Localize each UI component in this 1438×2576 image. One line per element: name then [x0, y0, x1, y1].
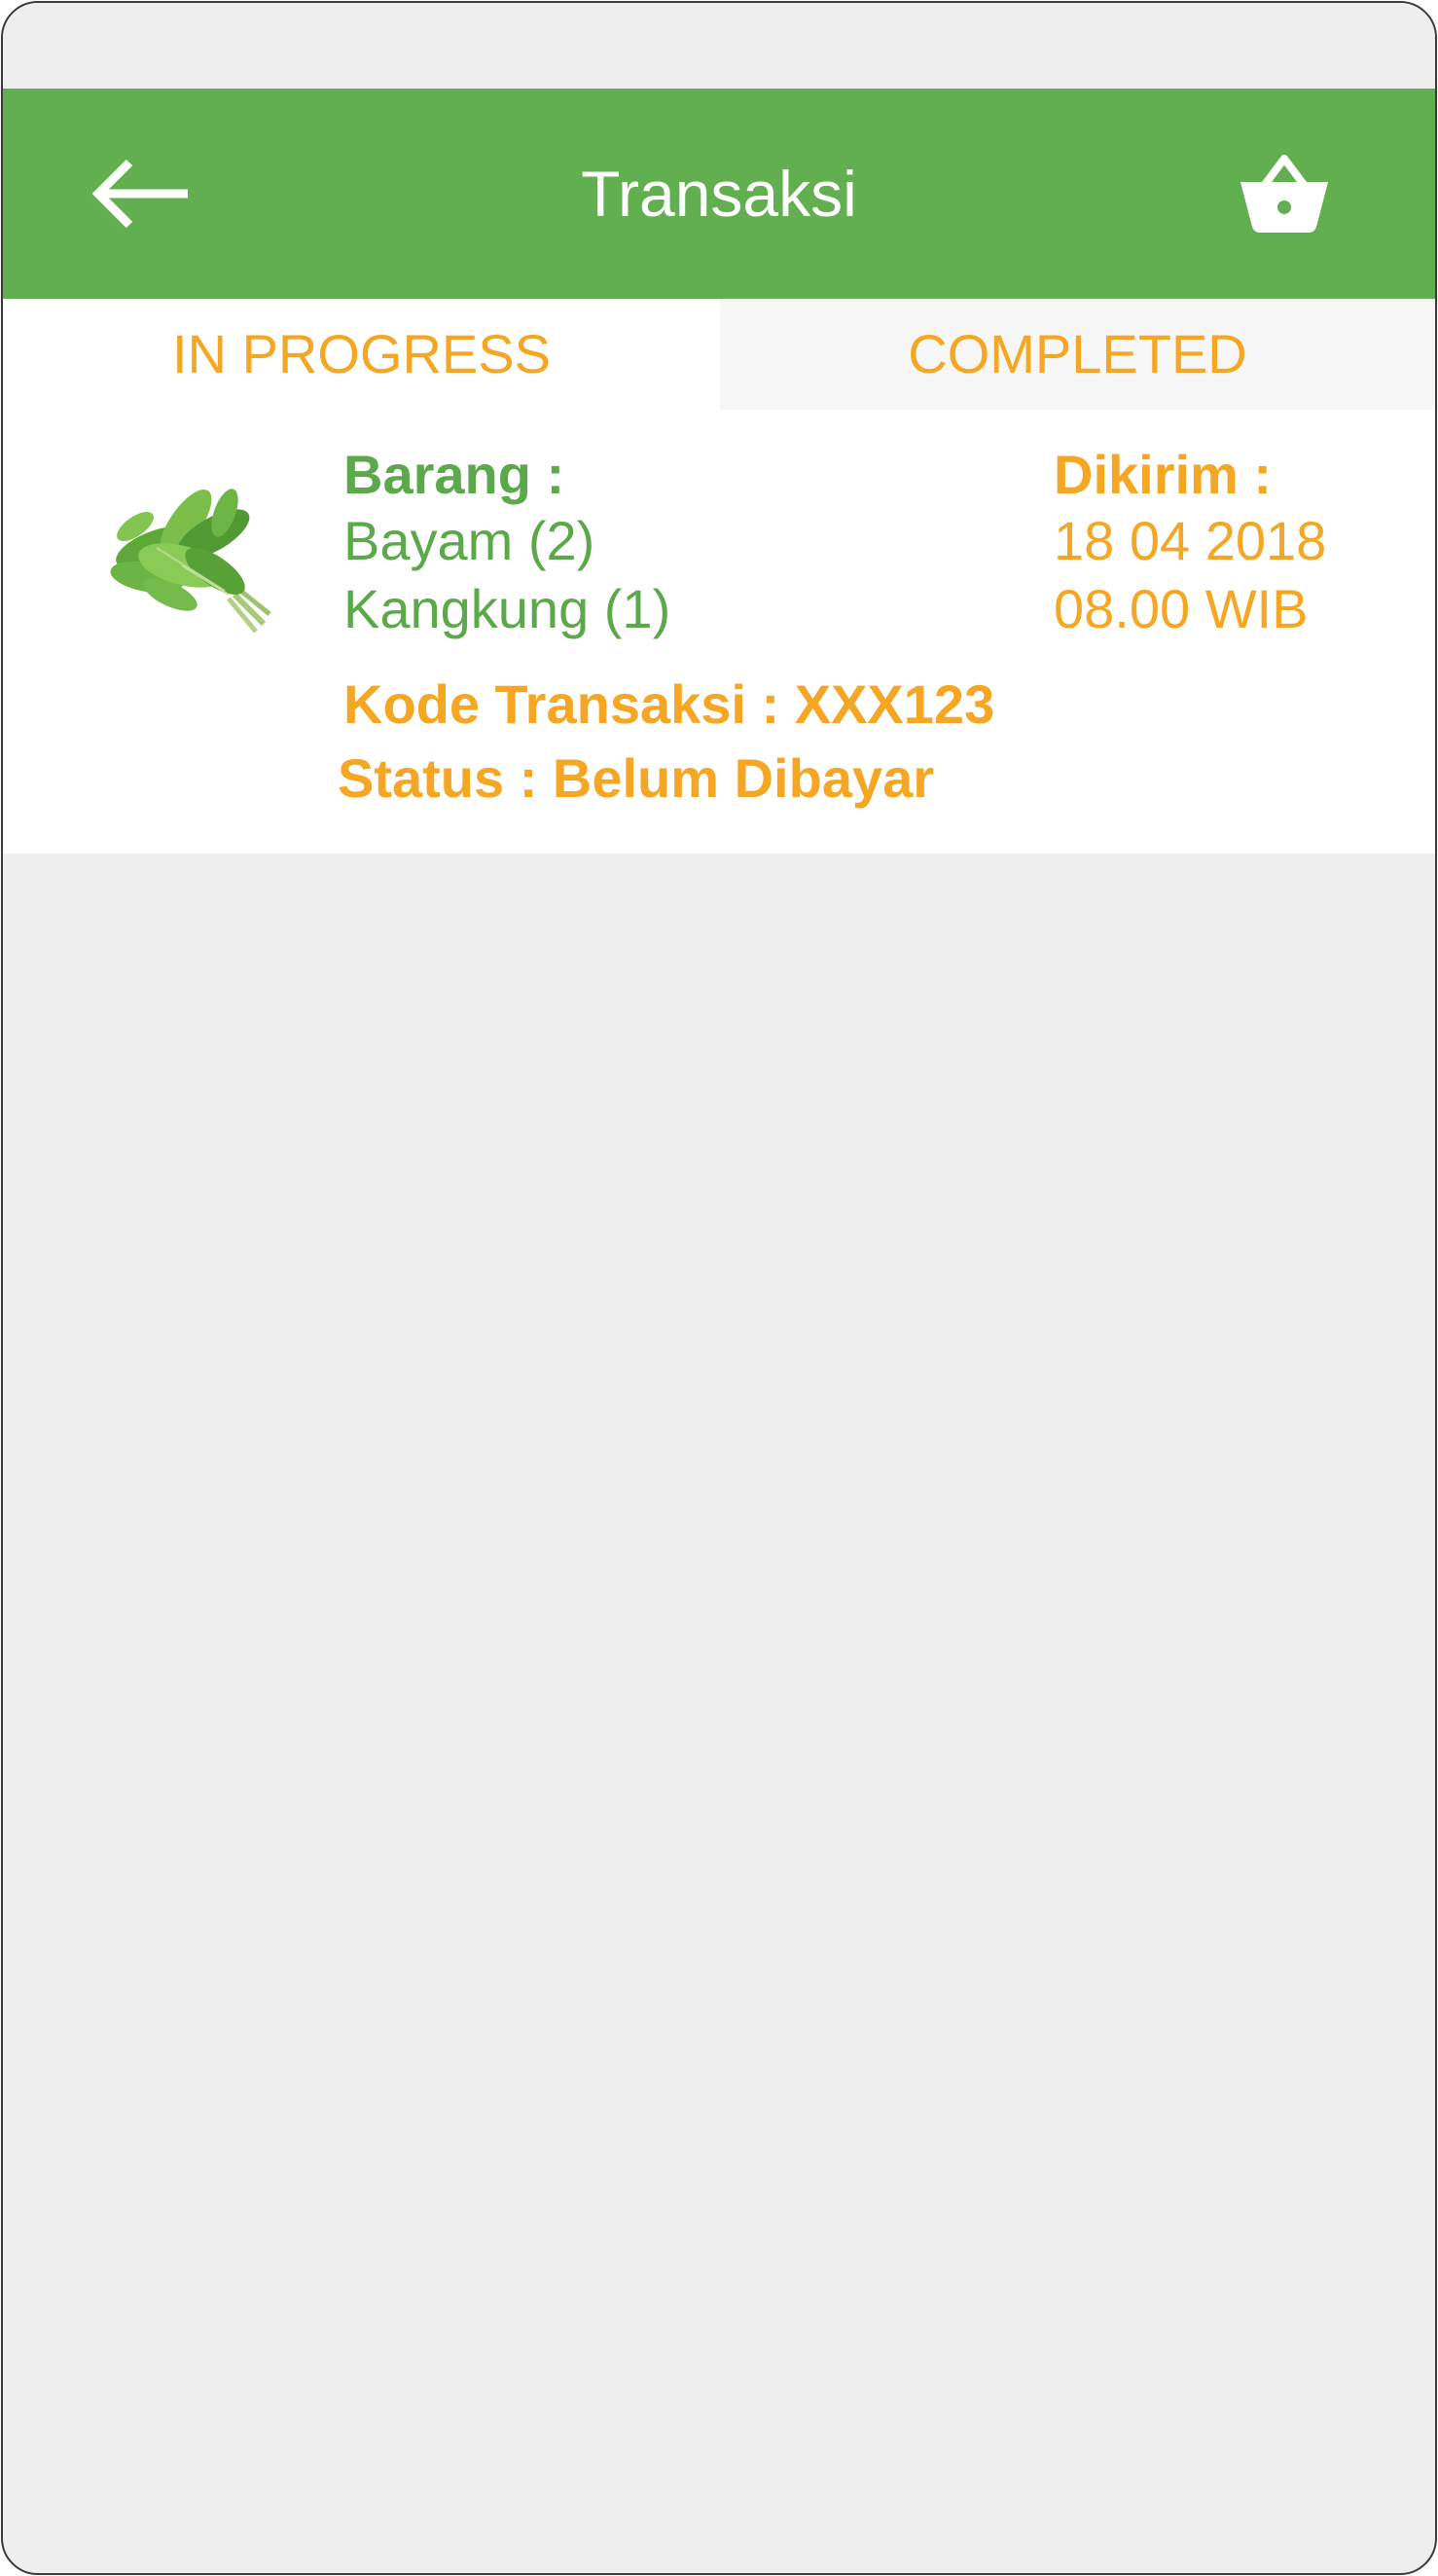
delivery-date: 18 04 2018 — [1054, 510, 1327, 571]
delivery-time: 08.00 WIB — [1054, 578, 1309, 639]
tab-in-progress[interactable]: IN PROGRESS — [3, 299, 720, 410]
basket-icon — [1240, 155, 1328, 233]
item-line: Kangkung (1) — [343, 578, 671, 639]
status-bar — [3, 3, 1435, 89]
cart-button[interactable] — [1239, 153, 1330, 235]
tab-bar: IN PROGRESS COMPLETED — [3, 299, 1435, 410]
item-line: Bayam (2) — [343, 510, 595, 571]
spinach-image — [98, 468, 293, 643]
tab-completed[interactable]: COMPLETED — [720, 299, 1435, 410]
app-bar: Transaksi — [3, 89, 1435, 299]
items-label: Barang : — [343, 444, 565, 505]
transaction-card[interactable]: Barang : Bayam (2) Kangkung (1) Dikirim … — [3, 410, 1435, 853]
phone-frame: Transaksi IN PROGRESS COMPLETED Barang:… — [1, 1, 1437, 2575]
transaction-code: Kode Transaksi : XXX123 — [343, 673, 995, 735]
delivery-label: Dikirim : — [1054, 444, 1273, 505]
status-text: Status : Belum Dibayar — [338, 747, 935, 809]
page-title: Transaksi — [581, 158, 857, 230]
